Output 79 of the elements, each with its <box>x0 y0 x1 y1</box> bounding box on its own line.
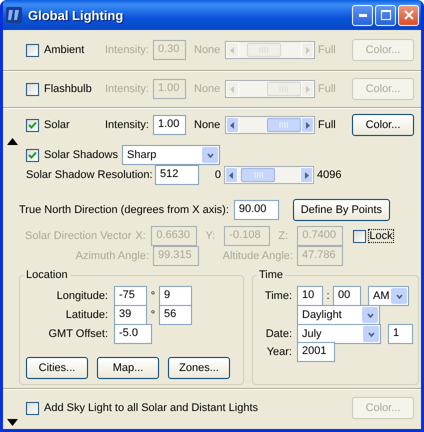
axis-label: Z: <box>278 230 290 242</box>
close-icon[interactable] <box>404 10 414 20</box>
minimize-icon[interactable] <box>358 14 366 16</box>
maximize-button[interactable] <box>375 4 396 26</box>
dropdown[interactable]: Sharp <box>122 145 220 165</box>
slider[interactable] <box>225 80 315 98</box>
location-button[interactable]: Map... <box>97 357 159 379</box>
intensity-field[interactable]: 1.00 <box>153 115 186 135</box>
resolution-field[interactable]: 512 <box>155 165 199 185</box>
define-by-points-button[interactable]: Define By Points <box>292 199 390 221</box>
slider-max-label: Full <box>318 119 337 131</box>
sky-light-label: Add Sky Light to all Solar and Distant Lights <box>44 402 260 414</box>
maximize-icon[interactable] <box>380 10 390 20</box>
color-button[interactable]: Color... <box>352 114 414 136</box>
app-icon <box>6 7 22 23</box>
caret-icon[interactable] <box>362 307 378 323</box>
time-label: Time: <box>264 290 292 302</box>
intensity-label: Intensity: <box>104 44 149 56</box>
degree-symbol: ° <box>150 290 156 302</box>
light-label: Ambient <box>44 44 86 56</box>
slider-max-label: Full <box>318 83 337 95</box>
degrees-field[interactable]: 39 <box>114 305 147 325</box>
intensity-label: Intensity: <box>104 83 149 95</box>
degrees-field[interactable]: -75 <box>114 286 147 306</box>
slider[interactable] <box>225 41 315 59</box>
angle-label: Altitude Angle: <box>222 250 293 262</box>
slider-min-label: None <box>194 44 222 56</box>
angle-label: Azimuth Angle: <box>74 250 149 262</box>
minute-field[interactable]: 00 <box>333 286 361 306</box>
checkbox[interactable] <box>26 148 39 162</box>
slider-max-label: Full <box>318 44 337 56</box>
slider[interactable] <box>224 166 314 184</box>
slider-min-label: 0 <box>214 169 221 181</box>
hour-field[interactable]: 10 <box>297 286 323 306</box>
minimize-button[interactable] <box>352 4 373 26</box>
day-field[interactable]: 1 <box>388 324 413 344</box>
expand-arrow-icon[interactable] <box>7 419 18 426</box>
slider-thumb[interactable] <box>266 118 301 132</box>
caret-icon[interactable] <box>202 147 218 163</box>
time-separator: : <box>325 290 331 302</box>
slider-max-label: 4096 <box>317 169 342 181</box>
caret-icon[interactable] <box>363 326 379 342</box>
coordinate-label: Longitude: <box>56 290 108 302</box>
slider[interactable] <box>225 116 315 134</box>
slider-min-label: None <box>194 119 222 131</box>
group-title: Location <box>25 269 69 281</box>
intensity-label: Intensity: <box>104 119 149 131</box>
true-north-label: True North Direction (degrees from X axis): <box>19 204 229 216</box>
location-button[interactable]: Zones... <box>168 357 230 379</box>
direction-vector-label: Solar Direction Vector <box>25 230 132 242</box>
window-title: Global Lighting <box>28 8 124 22</box>
caret-icon[interactable] <box>391 288 407 304</box>
true-north-field[interactable]: 90.00 <box>234 200 279 220</box>
year-label: Year: <box>266 346 292 358</box>
date-label: Date: <box>264 328 292 340</box>
gmt-offset-field[interactable]: -5.0 <box>114 324 152 344</box>
collapse-arrow-icon[interactable] <box>7 138 18 145</box>
light-label: Solar <box>44 119 71 131</box>
checkbox[interactable] <box>26 402 39 414</box>
slider-thumb[interactable] <box>241 168 276 182</box>
slider-min-label: None <box>194 83 222 95</box>
gmt-offset-label: GMT Offset: <box>48 328 108 340</box>
light-label: Flashbulb <box>44 83 93 95</box>
group-title: Time <box>258 269 284 281</box>
axis-label: X: <box>135 230 147 242</box>
coordinate-label: Latitude: <box>64 309 108 321</box>
close-button[interactable] <box>398 4 419 26</box>
dropdown[interactable]: July <box>297 324 381 344</box>
shadows-label: Solar Shadows <box>44 149 118 161</box>
dropdown[interactable]: Daylight <box>297 305 380 325</box>
minutes-field[interactable]: 9 <box>159 286 192 306</box>
resolution-label: Solar Shadow Resolution: <box>26 169 151 181</box>
year-field[interactable]: 2001 <box>297 342 335 362</box>
location-button[interactable]: Cities... <box>26 357 88 379</box>
axis-label: Y: <box>205 230 216 242</box>
degree-symbol: ° <box>150 309 156 321</box>
dropdown[interactable]: AM <box>368 286 409 306</box>
minutes-field[interactable]: 56 <box>159 305 192 325</box>
checkbox[interactable] <box>26 118 39 132</box>
